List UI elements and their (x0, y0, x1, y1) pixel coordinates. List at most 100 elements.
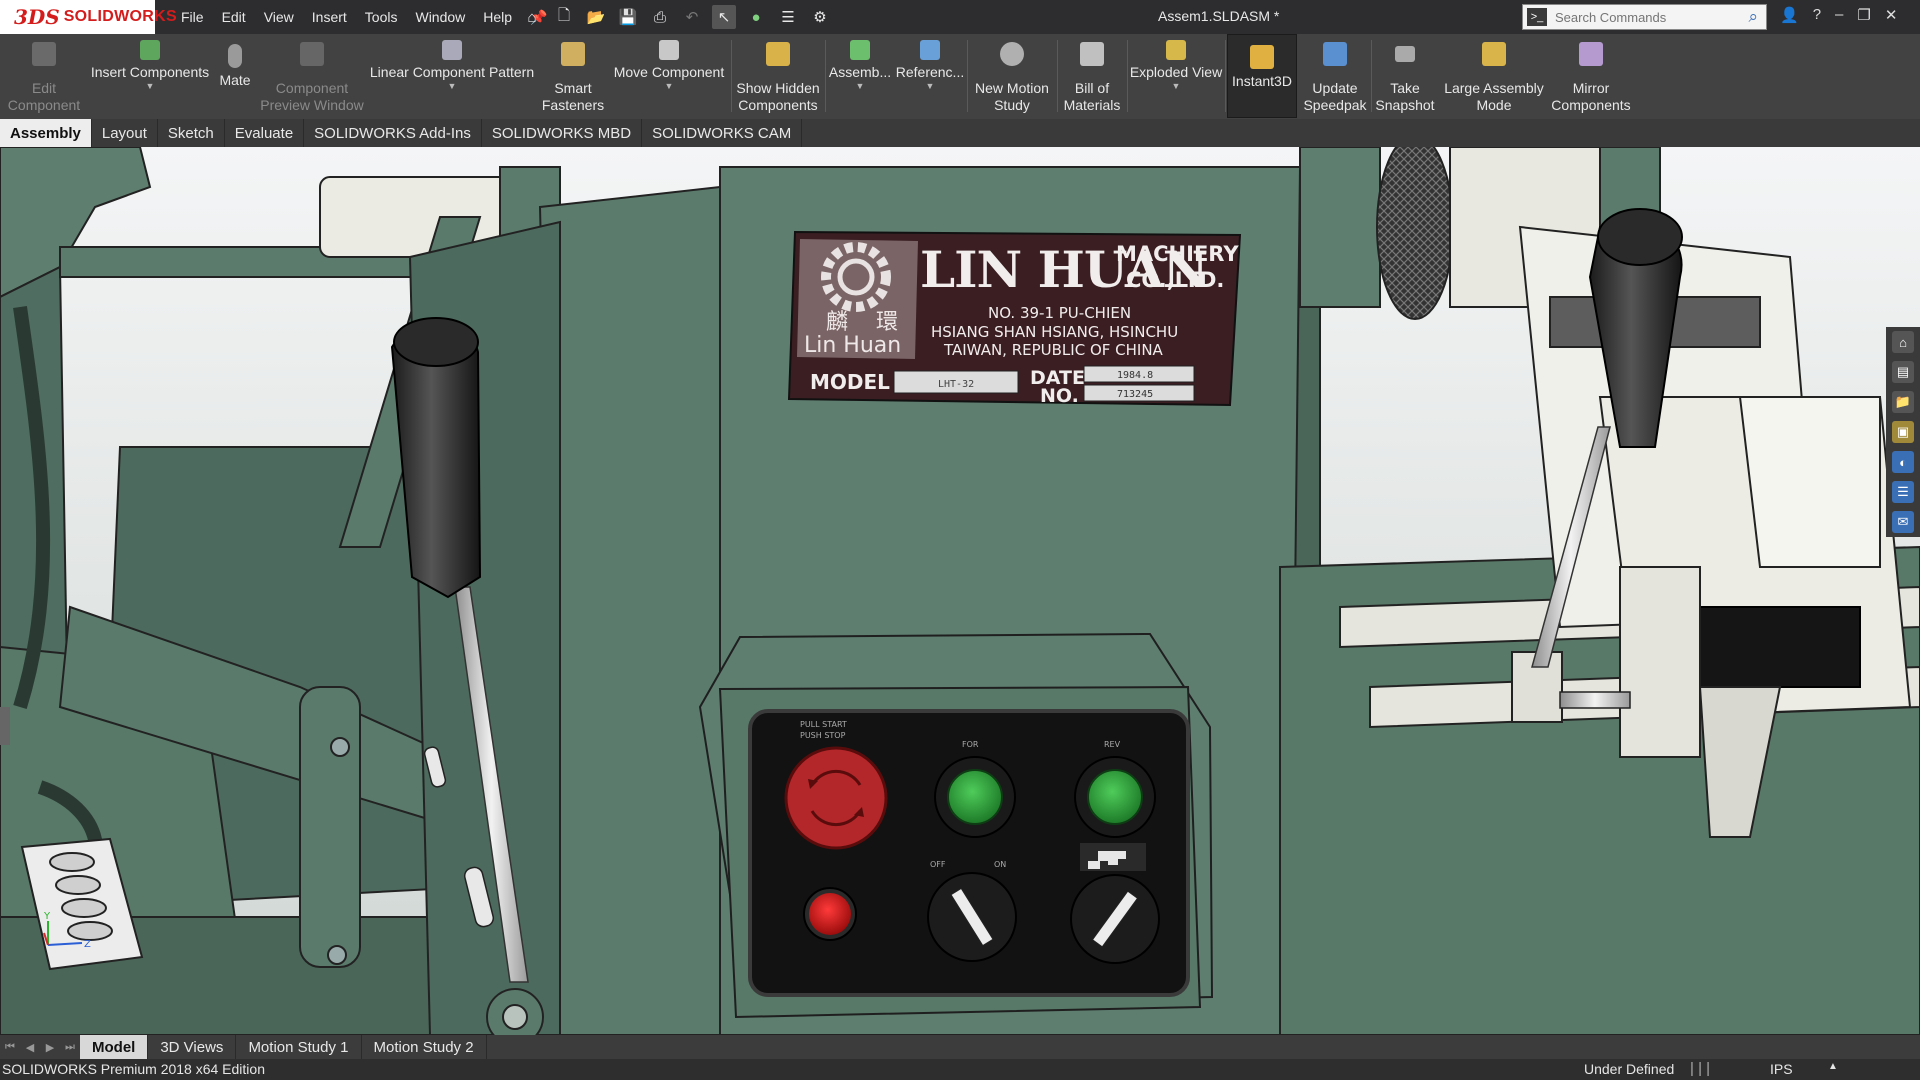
solidworks-window: 3DS SOLIDWORKS File Edit View Insert Too… (0, 0, 1920, 1080)
last-tab-icon[interactable]: ⏭ (60, 1037, 80, 1057)
reference-geometry-label: Referenc... (895, 64, 965, 80)
menu-view[interactable]: View (255, 9, 303, 25)
mirror-components-button[interactable]: Mirror Components (1549, 34, 1633, 118)
menu-help[interactable]: Help (474, 9, 521, 25)
print-icon[interactable]: ⎙ (648, 5, 672, 29)
appearances-icon[interactable]: ◐ (1892, 451, 1914, 473)
help-icon[interactable]: ? (1813, 6, 1821, 24)
tab-3d-views[interactable]: 3D Views (148, 1035, 237, 1059)
chevron-down-icon[interactable]: ▼ (895, 81, 965, 91)
insert-components-label: Insert Components (90, 64, 210, 80)
chevron-down-icon[interactable]: ▼ (827, 81, 893, 91)
edit-component-icon (32, 42, 56, 66)
file-explorer-icon[interactable]: 📁 (1892, 391, 1914, 413)
prev-tab-icon[interactable]: ◀ (20, 1037, 40, 1057)
menu-window[interactable]: Window (406, 9, 474, 25)
reference-geometry-button[interactable]: Referenc... ▼ (895, 34, 965, 118)
exploded-view-icon (1166, 40, 1186, 60)
exploded-view-button[interactable]: Exploded View ▼ (1129, 34, 1223, 118)
chevron-up-icon[interactable]: ▲ (1828, 1061, 1838, 1072)
bill-of-materials-button[interactable]: Bill of Materials (1059, 34, 1125, 118)
select-cursor-icon[interactable]: ↖ (712, 5, 736, 29)
model-value: LHT-32 (938, 379, 974, 390)
insert-components-button[interactable]: Insert Components ▼ (90, 34, 210, 118)
search-icon[interactable]: ⌕ (1748, 7, 1758, 27)
tab-evaluate[interactable]: Evaluate (225, 119, 305, 147)
close-icon[interactable]: ✕ (1885, 6, 1898, 24)
home-icon[interactable]: ⌂ (520, 5, 544, 29)
options-gear-icon[interactable]: ⚙ (808, 5, 832, 29)
panel-expand-handle[interactable] (0, 707, 10, 745)
component-preview-button[interactable]: Component Preview Window (260, 34, 364, 118)
smart-fasteners-label: Smart Fasteners (541, 80, 605, 113)
graphics-area[interactable]: 麟 環 Lin Huan LIN HUAN MACHIERY CO.,LTD. … (0, 147, 1920, 1035)
menu-file[interactable]: File (172, 9, 213, 25)
update-speedpak-button[interactable]: Update Speedpak (1301, 34, 1369, 118)
menu-edit[interactable]: Edit (213, 9, 255, 25)
new-motion-study-button[interactable]: New Motion Study (969, 34, 1055, 118)
new-document-icon[interactable]: 🗋 (552, 5, 576, 29)
save-icon[interactable]: 💾 (616, 5, 640, 29)
forum-icon[interactable]: ✉ (1892, 511, 1914, 533)
tab-sketch[interactable]: Sketch (158, 119, 225, 147)
move-component-button[interactable]: Move Component ▼ (608, 34, 730, 118)
logo-chinese-1: 麟 (826, 310, 848, 335)
emergency-stop-button[interactable] (784, 746, 888, 850)
show-hidden-components-button[interactable]: Show Hidden Components (733, 34, 823, 118)
chevron-down-icon[interactable]: ▼ (1129, 81, 1223, 91)
menu-insert[interactable]: Insert (303, 9, 356, 25)
undo-icon[interactable]: ↶ (680, 5, 704, 29)
chevron-down-icon[interactable]: ▼ (608, 81, 730, 91)
lathe-model-render[interactable]: 麟 環 Lin Huan LIN HUAN MACHIERY CO.,LTD. … (0, 147, 1920, 1035)
bill-of-materials-label: Bill of Materials (1063, 80, 1121, 113)
linear-component-pattern-button[interactable]: Linear Component Pattern ▼ (366, 34, 538, 118)
file-properties-icon[interactable]: ☰ (776, 5, 800, 29)
assembly-features-label: Assemb... (828, 64, 892, 80)
bill-of-materials-icon (1080, 42, 1104, 66)
traffic-light-icon[interactable]: ● (744, 5, 768, 29)
forward-button[interactable] (947, 769, 1003, 825)
edit-component-button[interactable]: Edit Component (2, 34, 86, 118)
exploded-view-label: Exploded View (1129, 64, 1223, 80)
chevron-down-icon[interactable]: ▼ (90, 81, 210, 91)
title-bar: 3DS SOLIDWORKS File Edit View Insert Too… (0, 0, 1920, 34)
minimize-icon[interactable]: – (1835, 6, 1843, 24)
tab-motion-study-2[interactable]: Motion Study 2 (362, 1035, 487, 1059)
tab-motion-study-1[interactable]: Motion Study 1 (236, 1035, 362, 1059)
view-palette-icon[interactable]: ▣ (1892, 421, 1914, 443)
smart-fasteners-button[interactable]: Smart Fasteners (540, 34, 606, 118)
tab-addins[interactable]: SOLIDWORKS Add-Ins (304, 119, 482, 147)
tab-layout[interactable]: Layout (92, 119, 158, 147)
assembly-features-button[interactable]: Assemb... ▼ (827, 34, 893, 118)
next-tab-icon[interactable]: ▶ (40, 1037, 60, 1057)
edit-component-label: Edit Component (7, 80, 81, 113)
search-input[interactable] (1555, 9, 1725, 25)
custom-properties-icon[interactable]: ☰ (1892, 481, 1914, 503)
large-assembly-mode-button[interactable]: Large Assembly Mode (1441, 34, 1547, 118)
tab-model[interactable]: Model (80, 1035, 149, 1059)
unit-system[interactable]: IPS (1770, 1061, 1793, 1077)
solidworks-resources-icon[interactable]: ⌂ (1892, 331, 1914, 353)
large-assembly-icon (1482, 42, 1506, 66)
tab-cam[interactable]: SOLIDWORKS CAM (642, 119, 803, 147)
reverse-button[interactable] (1087, 769, 1143, 825)
no-value: 713245 (1117, 389, 1153, 400)
svg-text:Z: Z (84, 939, 91, 950)
tab-mbd[interactable]: SOLIDWORKS MBD (482, 119, 643, 147)
tab-assembly[interactable]: Assembly (0, 119, 92, 147)
chevron-down-icon[interactable]: ▼ (366, 81, 538, 91)
edition-text: SOLIDWORKS Premium 2018 x64 Edition (2, 1061, 265, 1077)
command-manager-tabs: Assembly Layout Sketch Evaluate SOLIDWOR… (0, 119, 1920, 147)
user-icon[interactable]: 👤 (1780, 6, 1799, 24)
design-library-icon[interactable]: ▤ (1892, 361, 1914, 383)
mate-button[interactable]: Mate (212, 34, 258, 118)
instant3d-button[interactable]: Instant3D (1227, 34, 1297, 118)
menu-tools[interactable]: Tools (356, 9, 407, 25)
first-tab-icon[interactable]: ⏮ (0, 1037, 20, 1057)
logo-text: SOLIDWORKS (63, 8, 177, 25)
open-icon[interactable]: 📂 (584, 5, 608, 29)
search-commands[interactable]: >_ ⌕ (1522, 4, 1767, 30)
solidworks-logo[interactable]: 3DS SOLIDWORKS (0, 0, 177, 34)
restore-icon[interactable]: ❐ (1857, 6, 1870, 24)
take-snapshot-button[interactable]: Take Snapshot (1373, 34, 1437, 118)
